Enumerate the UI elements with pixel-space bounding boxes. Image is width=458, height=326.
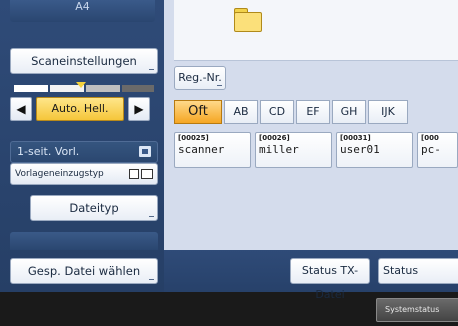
orientation-icon (129, 169, 139, 179)
button-corner-mark (149, 69, 154, 70)
panel-divider (10, 232, 158, 250)
registration-number-label: Reg.-Nr. (178, 71, 222, 84)
tab-ef[interactable]: EF (296, 100, 330, 124)
destination-field (174, 0, 458, 61)
registration-number-button[interactable]: Reg.-Nr. (174, 66, 226, 90)
right-panel: Reg.-Nr. Oft AB CD EF GH IJK [00025] sca… (164, 0, 458, 301)
select-stored-file-button[interactable]: Gesp. Datei wählen (10, 258, 158, 284)
status-label: Status (383, 264, 419, 277)
folder-icon (234, 8, 262, 32)
destination-name: pc- (421, 143, 441, 156)
density-segment (86, 85, 120, 92)
select-stored-file-label: Gesp. Datei wählen (27, 264, 141, 278)
file-type-label: Dateityp (69, 201, 119, 215)
density-lighter-button[interactable]: ◀ (10, 97, 32, 121)
tab-cd[interactable]: CD (260, 100, 294, 124)
destination-id: [000 (421, 134, 439, 142)
button-corner-mark (217, 85, 222, 86)
scan-settings-button[interactable]: Scaneinstellungen (10, 48, 158, 74)
destination-name: user01 (340, 143, 380, 156)
destination-name: scanner (178, 143, 225, 156)
auto-density-button[interactable]: Auto. Hell. (36, 97, 124, 121)
tab-frequent[interactable]: Oft (174, 100, 222, 124)
auto-density-label: Auto. Hell. (51, 102, 109, 115)
destination-id: [00031] (340, 134, 371, 142)
left-arrow-icon: ◀ (16, 102, 26, 116)
density-darker-button[interactable]: ▶ (128, 97, 150, 121)
tab-ijk[interactable]: IJK (368, 100, 408, 124)
density-segment (122, 85, 154, 92)
destination-id: [00025] (178, 134, 209, 142)
right-arrow-icon: ▶ (134, 102, 144, 116)
left-panel: A4 Scaneinstellungen ◀ Auto. Hell. ▶ 1-s… (0, 0, 164, 292)
paper-size-indicator: A4 (10, 0, 155, 22)
density-marker-icon (76, 82, 86, 88)
original-sides-label: 1-seit. Vorl. (17, 145, 80, 158)
density-indicator (14, 82, 154, 94)
destination-id: [00026] (259, 134, 290, 142)
button-corner-mark (149, 216, 154, 217)
system-status-button[interactable]: Systemstatus (376, 298, 458, 322)
destination-button-scanner[interactable]: [00025] scanner (174, 132, 251, 168)
tx-file-status-button[interactable]: Status TX-Datei (290, 258, 370, 301)
original-feed-type-button[interactable]: Vorlageneinzugstyp (10, 163, 158, 185)
original-feed-type-label: Vorlageneinzugstyp (15, 169, 104, 179)
tab-ab[interactable]: AB (224, 100, 258, 124)
button-corner-mark (149, 279, 154, 280)
file-type-button[interactable]: Dateityp (30, 195, 158, 221)
destination-button-user01[interactable]: [00031] user01 (336, 132, 413, 168)
tab-gh[interactable]: GH (332, 100, 366, 124)
destination-button-miller[interactable]: [00026] miller (255, 132, 332, 168)
status-button[interactable]: Status (378, 258, 458, 284)
destination-name: miller (259, 143, 299, 156)
density-segment (14, 85, 48, 92)
original-sides-button[interactable]: 1-seit. Vorl. (10, 141, 158, 163)
tx-file-status-label: Status TX-Datei (301, 264, 359, 301)
scanner-screen: A4 Scaneinstellungen ◀ Auto. Hell. ▶ 1-s… (0, 0, 458, 326)
destination-button-pc[interactable]: [000 pc- (417, 132, 458, 168)
system-status-label: Systemstatus (385, 305, 440, 314)
one-sided-original-icon (139, 146, 151, 157)
scan-settings-label: Scaneinstellungen (31, 54, 137, 68)
orientation-icon (141, 169, 153, 179)
